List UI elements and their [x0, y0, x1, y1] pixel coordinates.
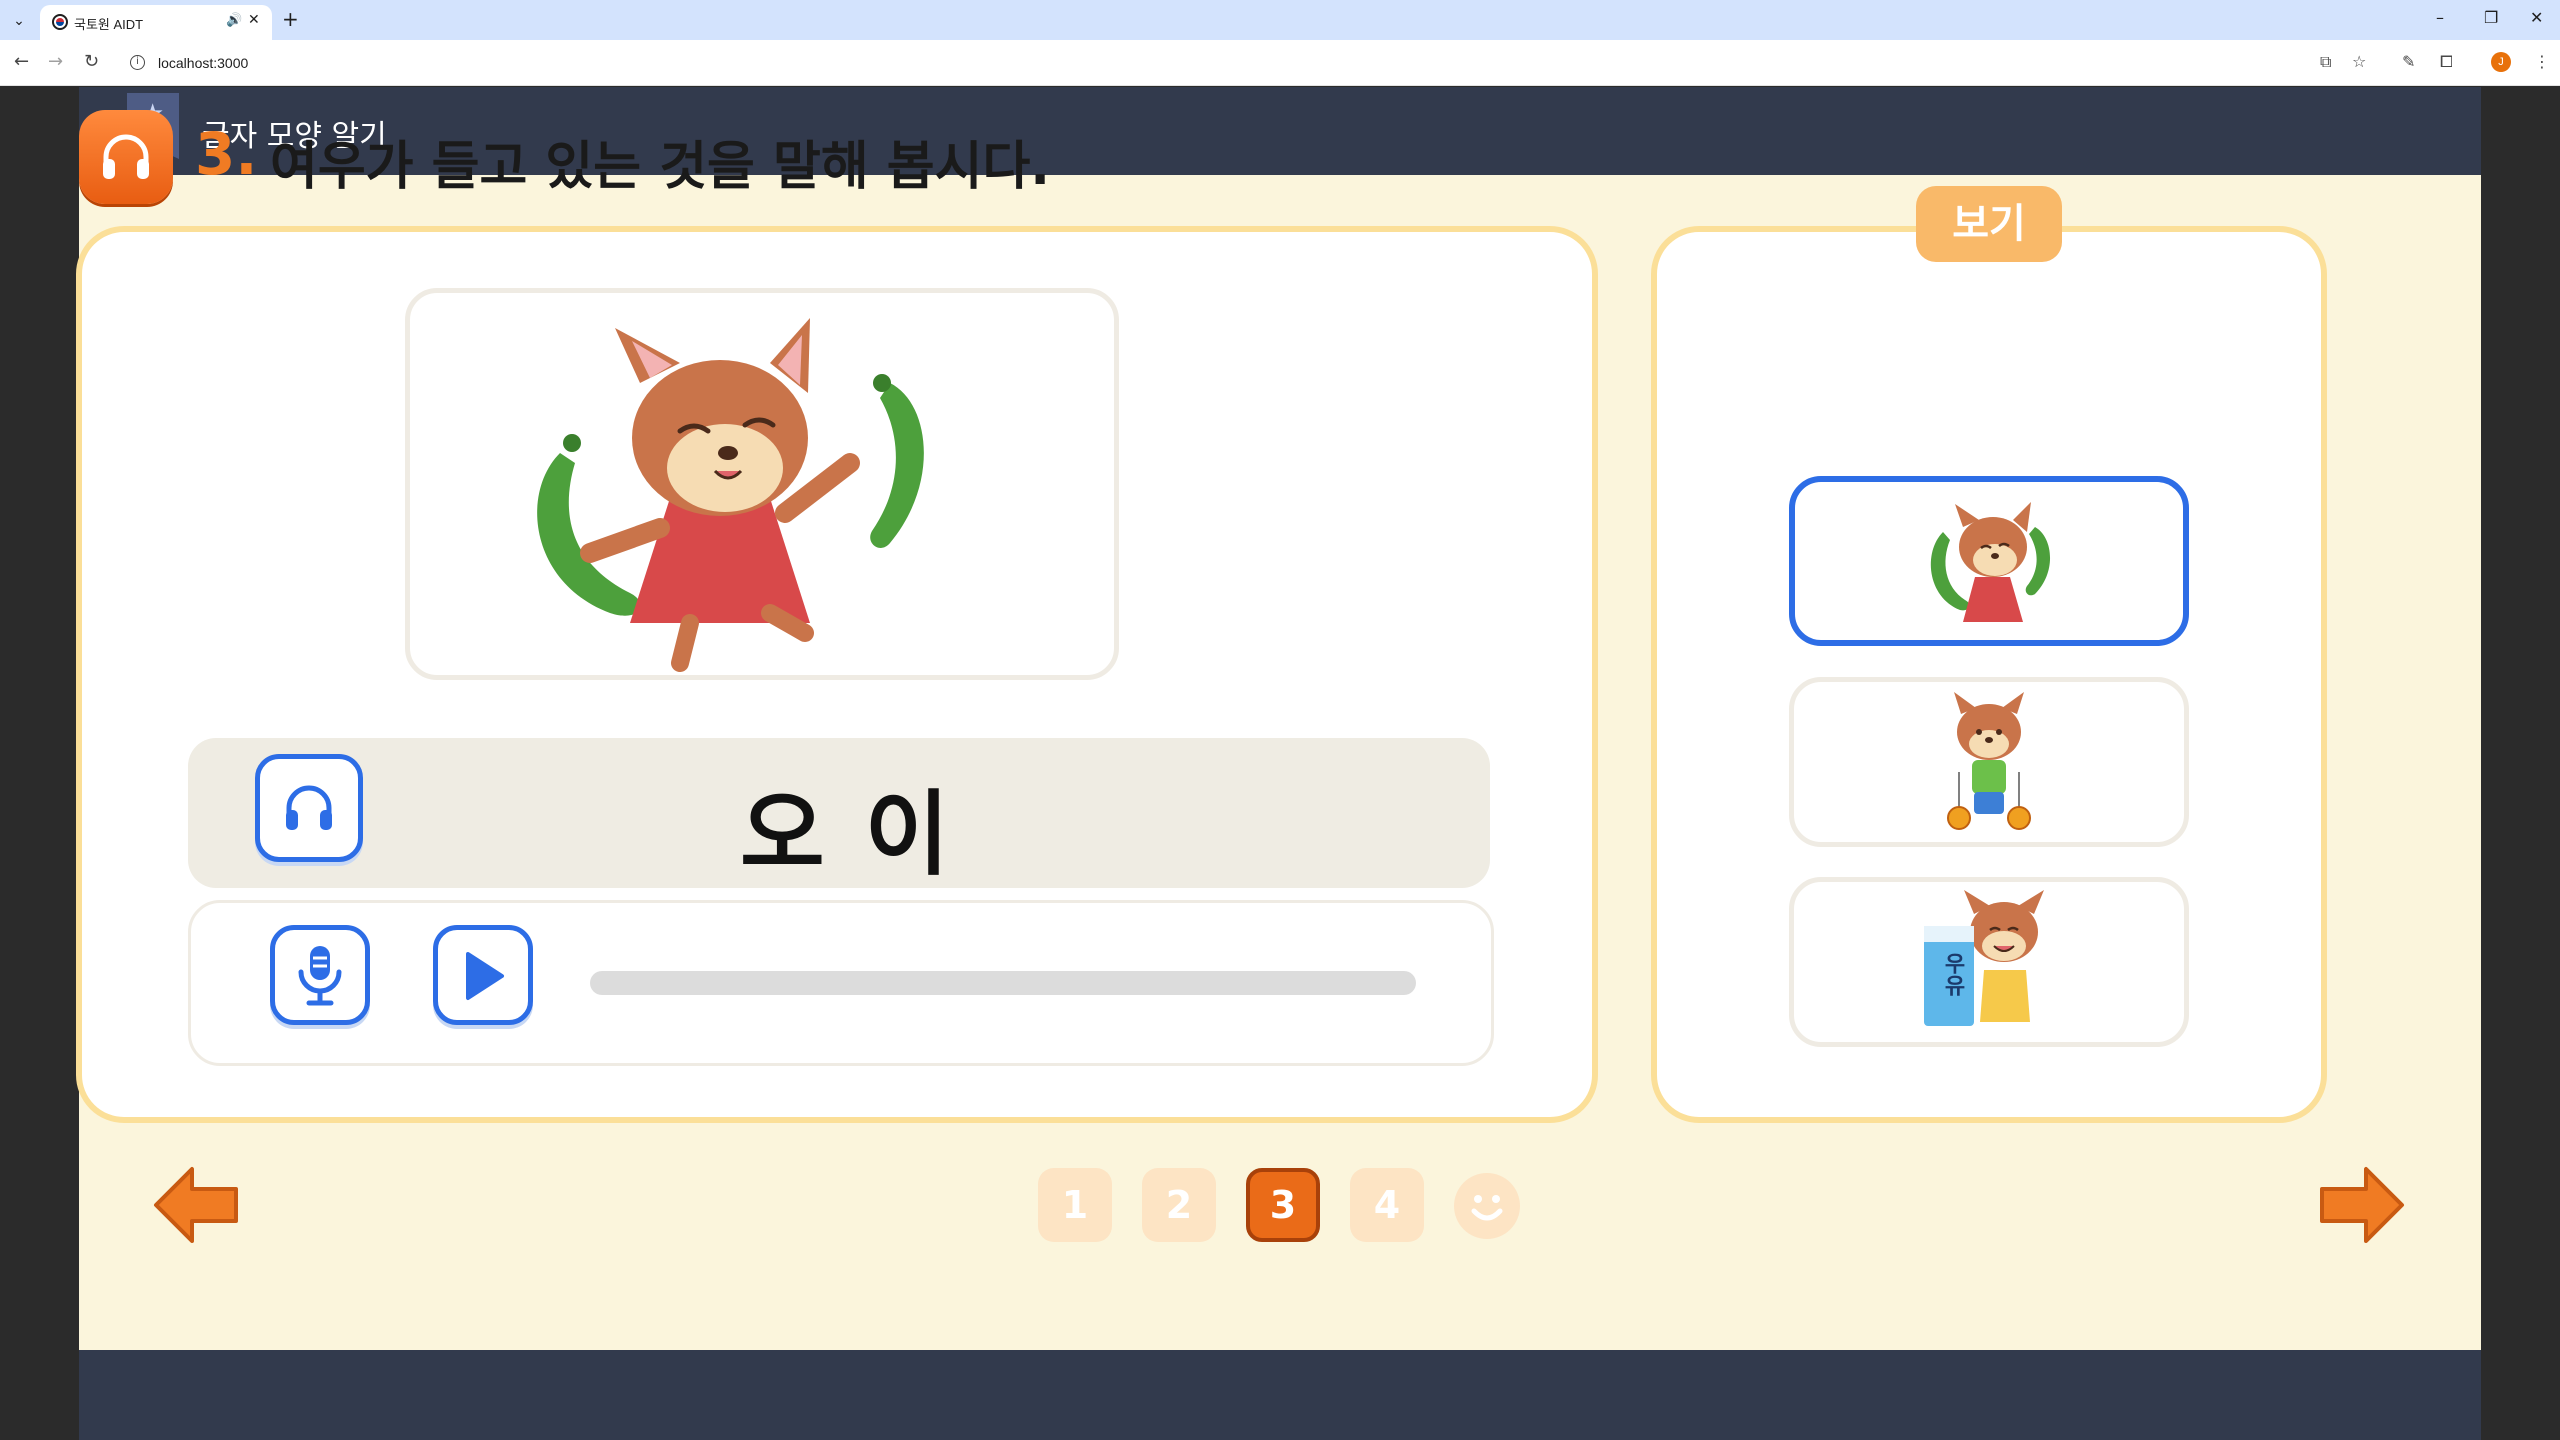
window-close-icon[interactable]: ✕	[2530, 8, 2543, 27]
option-fox-milk[interactable]: 우유	[1789, 877, 2189, 1047]
target-word: 오 이	[740, 781, 954, 888]
fox-cucumber-thumbnail	[1930, 502, 2051, 622]
arrow-right-icon	[2320, 1167, 2404, 1243]
extensions-icon[interactable]: ⧠	[2440, 52, 2453, 72]
microphone-icon	[298, 946, 342, 1006]
play-icon	[466, 952, 504, 1000]
prev-arrow-button[interactable]	[152, 1163, 242, 1251]
smile-icon	[1471, 1195, 1503, 1221]
example-label: 보기	[1916, 186, 2062, 262]
page-button-3[interactable]: 3	[1246, 1168, 1320, 1242]
listen-word-button[interactable]	[255, 754, 363, 862]
fox-yoyo-thumbnail	[1947, 692, 2031, 830]
browser-tab-bar: ⌄ 국토원 AIDT 🔊 ✕ + – ❐ ✕	[0, 0, 2560, 40]
arrow-left-icon	[154, 1167, 238, 1243]
profile-avatar[interactable]: J	[2491, 52, 2511, 72]
fox-cucumber-picture	[405, 288, 1119, 680]
page-button-2[interactable]: 2	[1142, 1168, 1216, 1242]
recording-progress-bar	[590, 971, 1416, 995]
bookmark-star-icon[interactable]: ☆	[2352, 52, 2366, 71]
headphones-icon	[286, 785, 332, 830]
option-fox-cucumbers[interactable]	[1789, 476, 2189, 646]
next-arrow-button[interactable]	[2316, 1163, 2406, 1251]
question-number: 3.	[195, 120, 258, 188]
play-recording-button[interactable]	[433, 925, 533, 1025]
new-tab-icon[interactable]: +	[282, 7, 299, 31]
app-footer	[79, 1350, 2481, 1440]
fox-milk-thumbnail	[1924, 890, 2044, 1026]
address-bar[interactable]: i localhost:3000	[118, 47, 2278, 79]
reload-icon[interactable]: ↻	[84, 51, 99, 72]
browser-toolbar: ← → ↻ i localhost:3000 ⧉ ☆ ✎ ⧠ J ⋮	[0, 40, 2560, 86]
forward-icon[interactable]: →	[48, 51, 63, 72]
back-icon[interactable]: ←	[14, 51, 29, 72]
url-text[interactable]: localhost:3000	[158, 55, 248, 71]
headphones-icon	[103, 134, 149, 179]
restore-icon[interactable]: ❐	[2484, 8, 2498, 27]
menu-kebab-icon[interactable]: ⋮	[2534, 52, 2550, 71]
page-button-1[interactable]: 1	[1038, 1168, 1112, 1242]
minimize-icon[interactable]: –	[2436, 8, 2444, 27]
install-app-icon[interactable]: ⧉	[2320, 52, 2331, 72]
tab-title: 국토원 AIDT	[74, 17, 144, 32]
fox-cucumber-illustration	[537, 318, 924, 672]
milk-carton-text: 우유	[1940, 952, 1965, 996]
page-button-4[interactable]: 4	[1350, 1168, 1424, 1242]
question-audio-button[interactable]	[79, 110, 173, 204]
favicon-icon	[52, 14, 68, 30]
tab-search-icon[interactable]: ⌄	[8, 10, 30, 32]
completion-button[interactable]	[1454, 1173, 1520, 1239]
audio-playing-icon[interactable]: 🔊	[226, 13, 242, 28]
question-text: 여우가 들고 있는 것을 말해 봅시다.	[270, 137, 1051, 197]
option-fox-yoyos[interactable]	[1789, 677, 2189, 847]
record-button[interactable]	[270, 925, 370, 1025]
pen-icon[interactable]: ✎	[2402, 52, 2415, 71]
site-info-icon[interactable]: i	[130, 55, 145, 70]
close-tab-icon[interactable]: ✕	[248, 12, 260, 28]
browser-tab[interactable]: 국토원 AIDT 🔊 ✕	[40, 5, 272, 40]
